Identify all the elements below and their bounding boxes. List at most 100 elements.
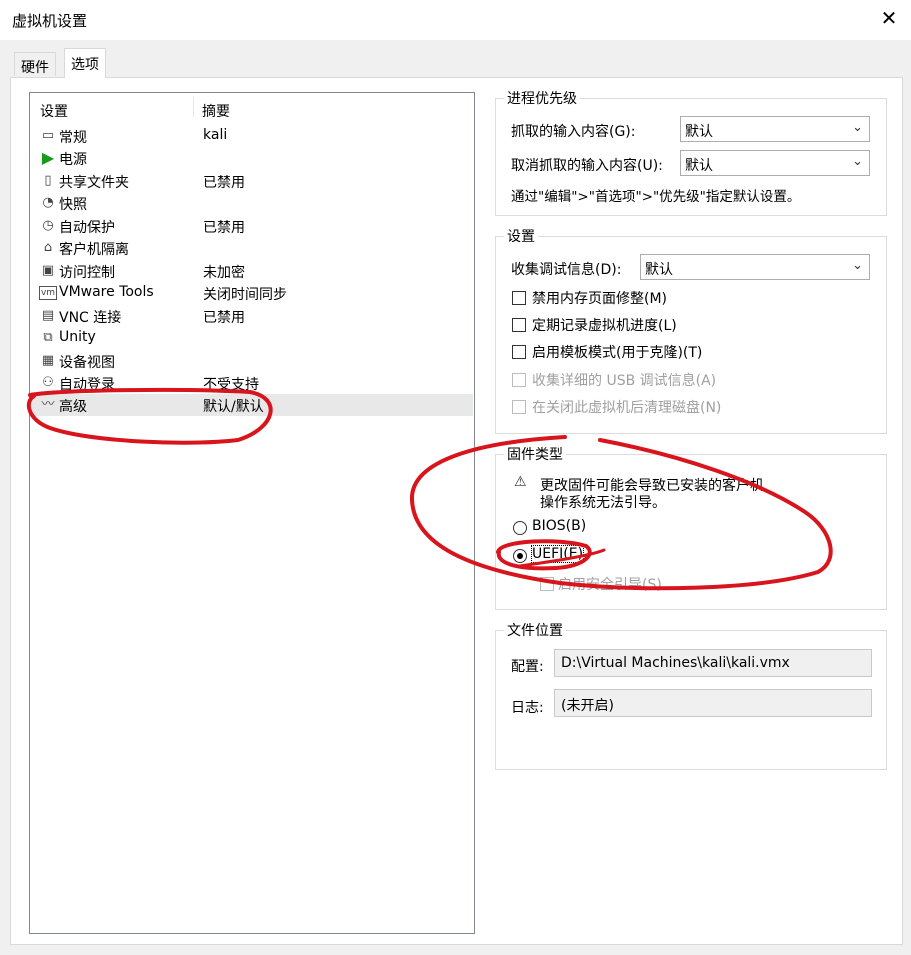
list-item-general[interactable]: ▭ 常规 kali [31, 125, 473, 147]
list-item-name: 访问控制 [59, 265, 115, 281]
list-item-name: 自动登录 [59, 377, 115, 393]
vmware-tools-icon: vm [39, 286, 57, 300]
usb-debug-label: 收集详细的 USB 调试信息(A) [532, 373, 717, 389]
priority-group: 进程优先级 抓取的输入内容(G): 默认 ⌄ 取消抓取的输入内容(U): 默认 … [495, 88, 887, 216]
column-header-summary[interactable]: 摘要 [202, 101, 230, 121]
list-item-vmware-tools[interactable]: vm VMware Tools 关闭时间同步 [31, 282, 473, 304]
ungrabbed-input-label: 取消抓取的输入内容(U): [511, 158, 663, 174]
bios-label[interactable]: BIOS(B) [532, 518, 586, 534]
list-item-summary: 已禁用 [203, 310, 245, 326]
list-item-summary: 已禁用 [203, 220, 245, 236]
ungrabbed-input-value: 默认 [685, 158, 713, 174]
list-item-summary: 不受支持 [203, 377, 259, 393]
list-item-name: 常规 [59, 130, 87, 146]
debug-info-label: 收集调试信息(D): [511, 262, 622, 278]
power-icon: ▶ [41, 148, 55, 167]
title-bar: 虚拟机设置 ✕ [0, 0, 911, 40]
tab-options[interactable]: 选项 [64, 48, 106, 78]
list-item-name: 高级 [59, 399, 87, 415]
chevron-down-icon: ⌄ [852, 258, 863, 273]
monitor-icon: ▭ [41, 128, 55, 143]
settings-group: 设置 收集调试信息(D): 默认 ⌄ 禁用内存页面修整(M) 定期记录虚拟机进度… [495, 226, 887, 434]
config-label: 配置: [511, 659, 544, 675]
list-item-name: 共享文件夹 [59, 175, 129, 191]
autologin-icon: ⚇ [42, 375, 54, 390]
window-title: 虚拟机设置 [12, 12, 88, 30]
options-tab-page: 设置 摘要 ▭ 常规 kali ▶ 电源 ▯ 共享文件夹 已禁用 ◔ 快照 ◷ … [10, 77, 903, 945]
grabbed-input-value: 默认 [685, 124, 713, 140]
list-item-autoprotect[interactable]: ◷ 自动保护 已禁用 [31, 215, 473, 237]
ungrabbed-input-select[interactable]: 默认 ⌄ [680, 150, 870, 176]
tab-hardware[interactable]: 硬件 [14, 52, 56, 76]
dialog-client: 硬件 选项 设置 摘要 ▭ 常规 kali ▶ 电源 ▯ 共享文件夹 已禁用 ◔… [0, 40, 911, 955]
debug-info-value: 默认 [645, 262, 673, 278]
list-item-summary: kali [203, 127, 228, 143]
secure-boot-checkbox [540, 577, 554, 591]
template-mode-label[interactable]: 启用模板模式(用于克隆)(T) [532, 342, 702, 362]
grabbed-input-label: 抓取的输入内容(G): [511, 124, 636, 140]
log-progress-label[interactable]: 定期记录虚拟机进度(L) [532, 315, 677, 335]
disable-memory-trim-label[interactable]: 禁用内存页面修整(M) [532, 288, 667, 308]
bios-radio[interactable] [513, 521, 527, 535]
settings-list[interactable]: 设置 摘要 ▭ 常规 kali ▶ 电源 ▯ 共享文件夹 已禁用 ◔ 快照 ◷ … [29, 92, 475, 934]
list-item-autologin[interactable]: ⚇ 自动登录 不受支持 [31, 372, 473, 394]
list-item-unity[interactable]: ⧉ Unity [31, 327, 473, 349]
file-location-group-title: 文件位置 [504, 620, 566, 640]
list-item-name: VNC 连接 [59, 310, 122, 326]
firmware-group: 固件类型 ⚠ 更改固件可能会导致已安装的客户机 操作系统无法引导。 BIOS(B… [495, 444, 887, 610]
lock-icon: ⌂ [43, 240, 53, 255]
priority-group-title: 进程优先级 [504, 88, 580, 108]
debug-info-select[interactable]: 默认 ⌄ [640, 254, 870, 280]
list-item-name: 客户机隔离 [59, 242, 129, 258]
list-item-guest-isolation[interactable]: ⌂ 客户机隔离 [31, 237, 473, 259]
log-progress-checkbox[interactable] [512, 318, 526, 332]
vnc-icon: ▤ [41, 308, 55, 323]
unity-icon: ⧉ [43, 330, 53, 345]
list-item-vnc[interactable]: ▤ VNC 连接 已禁用 [31, 305, 473, 327]
firmware-warning-line2: 操作系统无法引导。 [540, 495, 666, 511]
file-location-group: 文件位置 配置: D:\Virtual Machines\kali\kali.v… [495, 620, 887, 770]
grabbed-input-select[interactable]: 默认 ⌄ [680, 116, 870, 142]
config-path-value: D:\Virtual Machines\kali\kali.vmx [561, 655, 790, 671]
config-path-field[interactable]: D:\Virtual Machines\kali\kali.vmx [554, 649, 872, 677]
settings-group-title: 设置 [504, 226, 538, 246]
list-item-shared-folders[interactable]: ▯ 共享文件夹 已禁用 [31, 170, 473, 192]
device-view-icon: ▦ [41, 353, 55, 368]
close-icon[interactable]: ✕ [877, 6, 901, 30]
list-item-name: VMware Tools [59, 284, 154, 300]
chevron-down-icon: ⌄ [852, 120, 863, 135]
snapshot-icon: ◔ [42, 195, 54, 210]
log-path-field[interactable]: (未开启) [554, 689, 872, 717]
list-item-advanced[interactable]: 〰 高级 默认/默认 [31, 394, 473, 416]
advanced-icon: 〰 [41, 397, 55, 412]
list-item-summary: 已禁用 [203, 175, 245, 191]
autoprotect-icon: ◷ [42, 218, 54, 233]
list-item-name: 电源 [59, 152, 87, 168]
list-item-name: 设备视图 [59, 355, 115, 371]
list-item-name: 快照 [59, 197, 87, 213]
list-item-summary: 未加密 [203, 265, 245, 281]
secure-boot-label: 启用安全引导(S) [558, 577, 662, 593]
warning-icon: ⚠ [514, 474, 527, 490]
clean-disk-checkbox [512, 400, 526, 414]
list-item-access-control[interactable]: ▣ 访问控制 未加密 [31, 260, 473, 282]
firmware-group-title: 固件类型 [504, 444, 566, 464]
list-item-power[interactable]: ▶ 电源 [31, 147, 473, 169]
clean-disk-label: 在关闭此虚拟机后清理磁盘(N) [532, 400, 722, 416]
column-separator[interactable] [193, 97, 194, 117]
priority-hint: 通过"编辑">"首选项">"优先级"指定默认设置。 [511, 189, 801, 205]
list-item-name: Unity [59, 329, 96, 345]
log-path-value: (未开启) [561, 698, 614, 714]
chevron-down-icon: ⌄ [852, 154, 863, 169]
list-item-name: 自动保护 [59, 220, 115, 236]
list-item-device-view[interactable]: ▦ 设备视图 [31, 350, 473, 372]
disable-memory-trim-checkbox[interactable] [512, 291, 526, 305]
list-item-snapshots[interactable]: ◔ 快照 [31, 192, 473, 214]
uefi-radio[interactable] [513, 549, 527, 563]
uefi-label[interactable]: UEFI(E) [530, 545, 585, 563]
list-item-summary: 默认/默认 [203, 399, 264, 415]
column-header-setting[interactable]: 设置 [40, 101, 68, 121]
usb-debug-checkbox [512, 373, 526, 387]
shared-folder-icon: ▯ [44, 173, 52, 188]
template-mode-checkbox[interactable] [512, 345, 526, 359]
